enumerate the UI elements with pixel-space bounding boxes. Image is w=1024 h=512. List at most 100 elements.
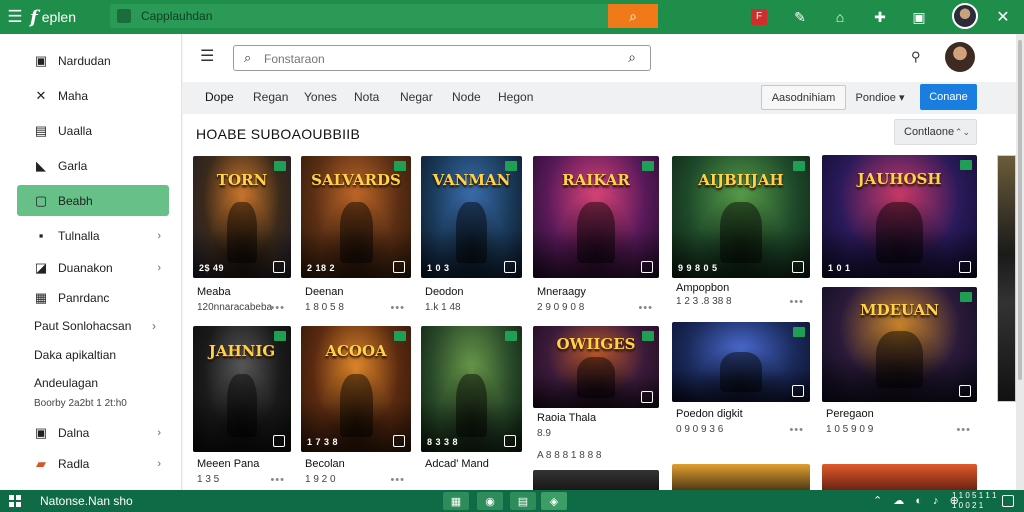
game-name[interactable]: Meeen Pana: [197, 458, 259, 470]
game-cover-image: RAIKAR: [533, 156, 659, 278]
expand-icon[interactable]: [273, 261, 285, 273]
tab[interactable]: Regan: [253, 90, 288, 104]
sidebar-item[interactable]: ▣ Dalna ›: [17, 417, 169, 448]
sidebar-item[interactable]: ✕ Maha: [17, 80, 169, 111]
notification-icon[interactable]: [1002, 495, 1014, 507]
search-icon[interactable]: ⌕: [608, 4, 658, 28]
home-icon[interactable]: ⌂: [829, 6, 851, 28]
expand-icon[interactable]: [504, 261, 516, 273]
more-options-icon[interactable]: •••: [270, 302, 285, 314]
game-card[interactable]: RAIKAR Mneraagy 2 9 0 9 0 8 •••: [533, 156, 659, 318]
location-icon[interactable]: ⚲: [911, 49, 921, 65]
chat-icon[interactable]: ✎: [789, 6, 811, 28]
more-options-icon[interactable]: •••: [270, 474, 285, 486]
menu-icon[interactable]: ☰: [0, 0, 30, 34]
game-name[interactable]: Adcad' Mand: [425, 458, 489, 470]
game-card-partial[interactable]: [533, 470, 659, 490]
avatar[interactable]: [952, 3, 978, 29]
expand-icon[interactable]: [792, 385, 804, 397]
sidebar-item[interactable]: ▢ Beabh: [17, 185, 169, 216]
more-options-icon[interactable]: •••: [789, 296, 804, 308]
sort-select[interactable]: Contlaone ⌃⌄: [894, 119, 977, 145]
game-name[interactable]: Poedon digkit: [676, 408, 743, 420]
game-name[interactable]: Peregaon: [826, 408, 874, 420]
game-card[interactable]: 8 3 3 8 Adcad' Mand: [421, 326, 522, 490]
game-card[interactable]: Poedon digkit 0 9 0 9 3 6 •••: [672, 322, 810, 440]
tab[interactable]: Nota: [354, 90, 379, 104]
game-card[interactable]: OWIIGES Raoia Thala 8.9: [533, 326, 659, 444]
game-cover-image: JAUHOSH 1 0 1: [822, 155, 977, 278]
close-icon[interactable]: ✕: [992, 6, 1014, 28]
tab[interactable]: Yones: [304, 90, 337, 104]
sidebar-plain-item[interactable]: Daka apikaltian: [34, 348, 116, 362]
more-options-icon[interactable]: •••: [390, 474, 405, 486]
game-card[interactable]: SALVARDS 2 18 2 Deenan 1 8 0 5 8 •••: [301, 156, 411, 318]
expand-icon[interactable]: [959, 261, 971, 273]
hamburger-icon[interactable]: ☰: [200, 46, 214, 66]
game-name[interactable]: Deenan: [305, 286, 344, 298]
clipped-card[interactable]: [997, 155, 1016, 402]
flag-icon[interactable]: F: [748, 6, 770, 28]
store-badge-icon: [642, 331, 654, 341]
expand-icon[interactable]: [504, 435, 516, 447]
tab[interactable]: Dope: [205, 90, 234, 104]
game-name[interactable]: Meaba: [197, 286, 231, 298]
expand-icon[interactable]: [959, 385, 971, 397]
search-box[interactable]: ⌕ ⌕: [233, 45, 651, 71]
tab[interactable]: Negar: [400, 90, 433, 104]
game-card[interactable]: JAHNIG Meeen Pana 1 3 5 •••: [193, 326, 291, 490]
search-input[interactable]: [264, 50, 604, 67]
store-icon[interactable]: ▤: [510, 492, 536, 510]
puzzle-icon[interactable]: ✚: [869, 6, 891, 28]
filter-dropdown[interactable]: Pondioe ▾: [850, 85, 910, 110]
sidebar-item[interactable]: ▤ Uaalla: [17, 115, 169, 146]
sidebar-item[interactable]: ▣ Nardudan: [17, 45, 169, 76]
tab[interactable]: Node: [452, 90, 481, 104]
game-card-partial[interactable]: [822, 464, 977, 490]
expand-icon[interactable]: [641, 261, 653, 273]
sidebar-item[interactable]: ▦ Panrdanc: [17, 282, 169, 313]
expand-icon[interactable]: [273, 435, 285, 447]
more-options-icon[interactable]: •••: [789, 424, 804, 436]
expand-icon[interactable]: [393, 435, 405, 447]
more-options-icon[interactable]: •••: [638, 302, 653, 314]
game-card[interactable]: MDEUAN Peregaon 1 0 5 9 0 9 •••: [822, 287, 977, 440]
game-card[interactable]: TORN 2$ 49 Meaba 120nnaracabeba •••: [193, 156, 291, 318]
expand-icon[interactable]: [641, 391, 653, 403]
search-submit-icon[interactable]: ⌕: [628, 49, 636, 66]
game-card[interactable]: AIJBIIJAH 9 9 8 0 5 Ampopbon 1 2 3 .8 38 8 •…: [672, 156, 810, 312]
game-name[interactable]: Becolan: [305, 458, 345, 470]
start-icon[interactable]: [9, 495, 21, 507]
game-name[interactable]: Deodon: [425, 286, 464, 298]
game-card[interactable]: ACOOA 1 7 3 8 Becolan 1 9 2 0 •••: [301, 326, 411, 490]
game-name[interactable]: Mneraagy: [537, 286, 586, 298]
hub-icon[interactable]: ▣: [908, 6, 930, 28]
more-options-icon[interactable]: •••: [956, 424, 971, 436]
sidebar-plain-item[interactable]: Andeulagan: [34, 376, 98, 390]
more-options-icon[interactable]: •••: [390, 302, 405, 314]
game-card[interactable]: VANMAN 1 0 3 Deodon 1.k 1 48: [421, 156, 522, 318]
expand-icon[interactable]: [792, 261, 804, 273]
game-name[interactable]: Ampopbon: [676, 282, 729, 294]
clock[interactable]: 1 1 0 5 1 1 11 0 0 2 1: [952, 491, 996, 511]
sidebar-item[interactable]: ◣ Garla: [17, 150, 169, 181]
browser-icon[interactable]: ◉: [477, 492, 503, 510]
tab[interactable]: Hegon: [498, 90, 533, 104]
sidebar-item[interactable]: ▰ Radla ›: [17, 448, 169, 479]
system-tray[interactable]: ⌃ ☁ ◐ ♪ ⊕: [873, 494, 963, 507]
add-button[interactable]: Aasodnihiam: [761, 85, 846, 110]
game-app-icon[interactable]: ◈: [541, 492, 567, 510]
brand[interactable]: f eplen: [30, 7, 102, 28]
expand-icon[interactable]: [393, 261, 405, 273]
top-search-bar[interactable]: Capplauhdan ⌕: [110, 4, 658, 28]
game-card[interactable]: JAUHOSH 1 0 1: [822, 155, 977, 278]
scrollbar-thumb[interactable]: [1018, 40, 1022, 380]
game-card-partial[interactable]: [672, 464, 810, 490]
primary-button[interactable]: Conane: [920, 84, 977, 110]
game-name[interactable]: Raoia Thala: [537, 412, 596, 424]
sidebar-item[interactable]: ◪ Duanakon ›: [17, 252, 169, 283]
sidebar-item[interactable]: ▪ Tulnalla ›: [17, 220, 169, 251]
taskbar-app-icon[interactable]: ▦: [443, 492, 469, 510]
user-avatar[interactable]: [945, 42, 975, 72]
sidebar-plain-item[interactable]: Paut Sonlohacsan ›: [34, 319, 156, 333]
